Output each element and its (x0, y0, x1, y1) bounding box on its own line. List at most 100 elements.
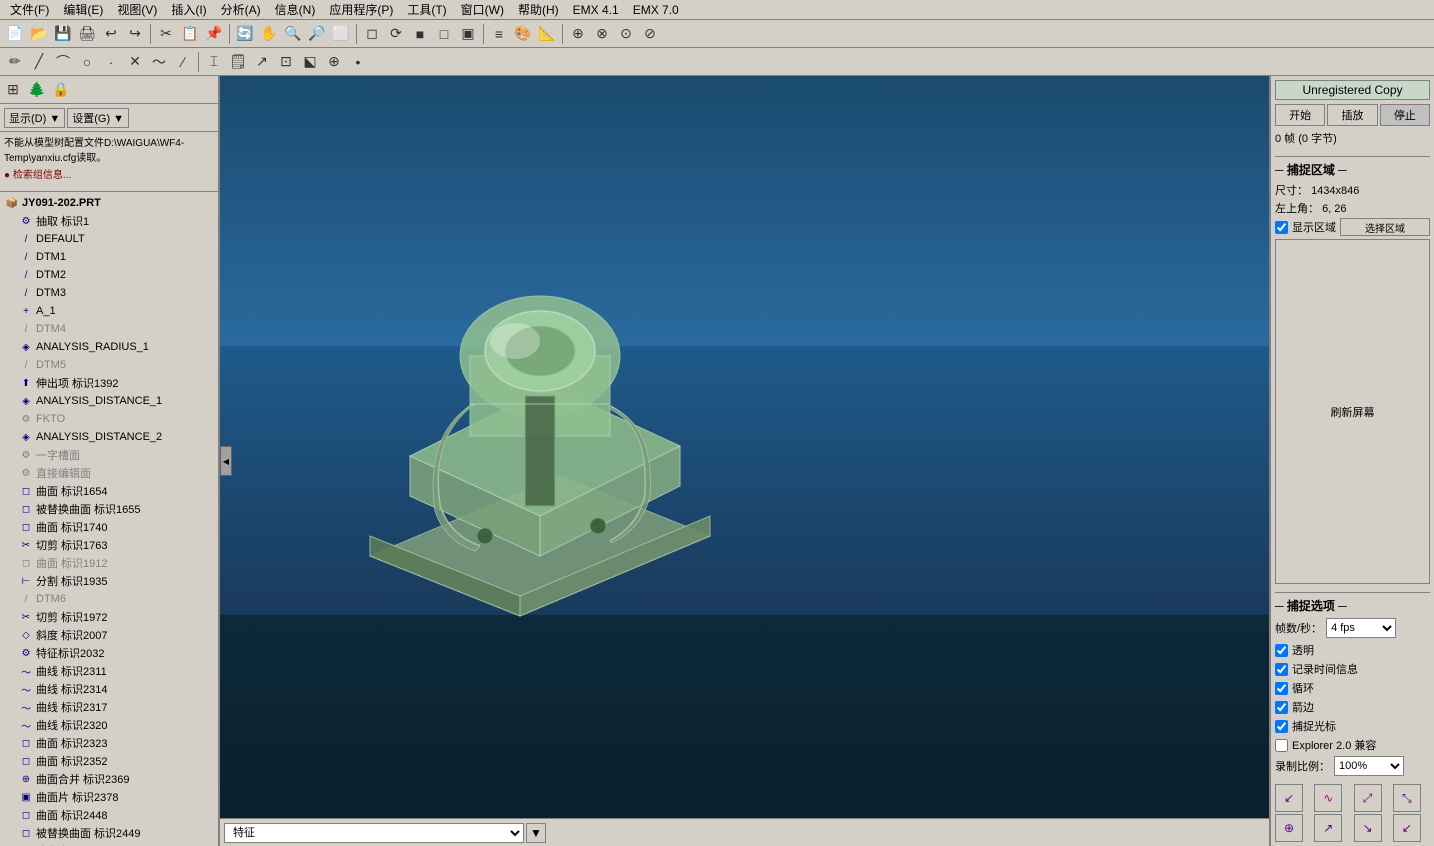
tb-shading[interactable]: ■ (409, 23, 431, 45)
tb2-dim[interactable]: ⌶ (203, 51, 225, 73)
tb-extra1[interactable]: ⊕ (567, 23, 589, 45)
border-checkbox[interactable] (1275, 701, 1288, 714)
tree-item[interactable]: /DTM1 (2, 248, 216, 266)
tb2-select[interactable]: ⊡ (275, 51, 297, 73)
tb-extra2[interactable]: ⊗ (591, 23, 613, 45)
refresh-btn[interactable]: 刷新屏幕 (1275, 239, 1430, 584)
tb-save[interactable]: 💾 (52, 23, 74, 45)
status-icon-btn[interactable]: ▼ (526, 823, 546, 843)
tb2-slash[interactable]: ∕ (172, 51, 194, 73)
tb-pan[interactable]: ✋ (258, 23, 280, 45)
feature-select[interactable]: 特征 (224, 823, 524, 843)
menu-edit[interactable]: 编辑(E) (57, 0, 109, 19)
tree-item[interactable]: ◻曲面 标识1654 (2, 482, 216, 500)
menu-info[interactable]: 信息(N) (269, 0, 322, 19)
tb-redo[interactable]: ↪ (124, 23, 146, 45)
menu-view[interactable]: 视图(V) (111, 0, 163, 19)
tree-root[interactable]: 📦 JY091-202.PRT (2, 194, 216, 212)
tree-item[interactable]: ～曲线 标识2314 (2, 680, 216, 698)
tb-rotate[interactable]: 🔄 (234, 23, 256, 45)
tb-print[interactable]: 🖨 (76, 23, 98, 45)
tree-item[interactable]: ▣曲面片 标识2378 (2, 788, 216, 806)
fps-select[interactable]: 4 fps (1326, 618, 1396, 638)
tree-item[interactable]: ◻曲面 标识2323 (2, 734, 216, 752)
tb-view1[interactable]: ◻ (361, 23, 383, 45)
tree-area[interactable]: 📦 JY091-202.PRT ⚙抽取 标识1/DEFAULT/DTM1/DTM… (0, 192, 218, 846)
tree-item[interactable]: ⚙抽取 标识1 (2, 212, 216, 230)
menu-analysis[interactable]: 分析(A) (215, 0, 267, 19)
tree-item[interactable]: ◻被替换曲面 标识1655 (2, 500, 216, 518)
tb-zoom-out[interactable]: 🔎 (306, 23, 328, 45)
right-icon-2[interactable]: ∿ (1314, 784, 1342, 812)
capture-cursor-checkbox[interactable] (1275, 720, 1288, 733)
menu-insert[interactable]: 插入(I) (165, 0, 212, 19)
right-icon-3[interactable]: ⤢ (1354, 784, 1382, 812)
menu-window[interactable]: 窗口(W) (455, 0, 510, 19)
tree-item[interactable]: /DTM4 (2, 320, 216, 338)
tree-item[interactable]: ⚙直接编辑面 (2, 464, 216, 482)
tb2-cross[interactable]: ✕ (124, 51, 146, 73)
tree-item[interactable]: ◇斜度 标识2007 (2, 626, 216, 644)
tree-item[interactable]: ◻曲面 标识1912 (2, 554, 216, 572)
tb2-wave[interactable]: ～ (148, 51, 170, 73)
loop-checkbox[interactable] (1275, 682, 1288, 695)
explorer-checkbox[interactable] (1275, 739, 1288, 752)
start-btn[interactable]: 开始 (1275, 104, 1325, 126)
menu-file[interactable]: 文件(F) (4, 0, 55, 19)
record-time-checkbox[interactable] (1275, 663, 1288, 676)
tb2-arc[interactable]: ⌒ (52, 51, 74, 73)
tb2-ref[interactable]: ↗ (251, 51, 273, 73)
tree-item[interactable]: ◈ANALYSIS_RADIUS_1 (2, 338, 216, 356)
tb2-dot[interactable]: · (100, 51, 122, 73)
tb2-point[interactable]: • (347, 51, 369, 73)
tree-item[interactable]: ⚙FKTO (2, 410, 216, 428)
tree-item[interactable]: ～曲线 标识2311 (2, 662, 216, 680)
menu-emx41[interactable]: EMX 4.1 (567, 2, 625, 18)
tb-copy[interactable]: 📋 (179, 23, 201, 45)
tb2-line[interactable]: ╱ (28, 51, 50, 73)
tree-item[interactable]: ⬆伸出项 标识1392 (2, 374, 216, 392)
collapse-panel-btn[interactable]: ◀ (220, 446, 232, 476)
right-icon-6[interactable]: ↗ (1314, 814, 1342, 842)
tb2-sketch[interactable]: ✏ (4, 51, 26, 73)
tree-item[interactable]: /DEFAULT (2, 230, 216, 248)
tree-item[interactable]: /DTM5 (2, 356, 216, 374)
tree-item[interactable]: ⚙特征标识2032 (2, 644, 216, 662)
tree-item[interactable]: ◻曲面 标识2352 (2, 752, 216, 770)
stop-btn[interactable]: 停止 (1380, 104, 1430, 126)
tree-item[interactable]: ◻被替换曲面 标识2449 (2, 824, 216, 842)
tree-item[interactable]: +A_1 (2, 302, 216, 320)
tree-item[interactable]: ◻曲面 标识2448 (2, 806, 216, 824)
tb-zoom-in[interactable]: 🔍 (282, 23, 304, 45)
tb-extra3[interactable]: ⊙ (615, 23, 637, 45)
lt-grid[interactable]: ⊞ (2, 79, 24, 101)
tb-view2[interactable]: ⟳ (385, 23, 407, 45)
tree-item[interactable]: ⚙一字槽面 (2, 446, 216, 464)
tb-open[interactable]: 📂 (28, 23, 50, 45)
display-dropdown[interactable]: 显示(D) ▼ (4, 108, 65, 128)
tree-item[interactable]: ◻曲面 标识1740 (2, 518, 216, 536)
tree-item[interactable]: /DTM2 (2, 266, 216, 284)
tree-item[interactable]: ✂切剪 标识1972 (2, 608, 216, 626)
tree-item[interactable]: ⊢分割 标识1935 (2, 572, 216, 590)
tree-item[interactable]: /DTM3 (2, 284, 216, 302)
menu-tools[interactable]: 工具(T) (401, 0, 452, 19)
scale-select[interactable]: 100% (1334, 756, 1404, 776)
tree-item[interactable]: ⚙造像 标识2581 (2, 842, 216, 846)
transparent-checkbox[interactable] (1275, 644, 1288, 657)
tb2-circle[interactable]: ○ (76, 51, 98, 73)
menu-app[interactable]: 应用程序(P) (323, 0, 399, 19)
viewport[interactable]: ◀ 特征 ▼ (220, 76, 1269, 846)
tree-item[interactable]: ◈ANALYSIS_DISTANCE_1 (2, 392, 216, 410)
lt-lock[interactable]: 🔒 (50, 79, 72, 101)
tb-colors[interactable]: 🎨 (512, 23, 534, 45)
menu-help[interactable]: 帮助(H) (512, 0, 565, 19)
tb2-axis[interactable]: ⊕ (323, 51, 345, 73)
tb-paste[interactable]: 📌 (203, 23, 225, 45)
tree-item[interactable]: ⊕曲面合并 标识2369 (2, 770, 216, 788)
select-region-btn[interactable]: 选择区域 (1340, 218, 1430, 236)
lt-tree[interactable]: 🌲 (26, 79, 48, 101)
show-region-checkbox[interactable] (1275, 221, 1288, 234)
right-icon-5[interactable]: ⊕ (1275, 814, 1303, 842)
preview-btn[interactable]: 插放 (1327, 104, 1377, 126)
